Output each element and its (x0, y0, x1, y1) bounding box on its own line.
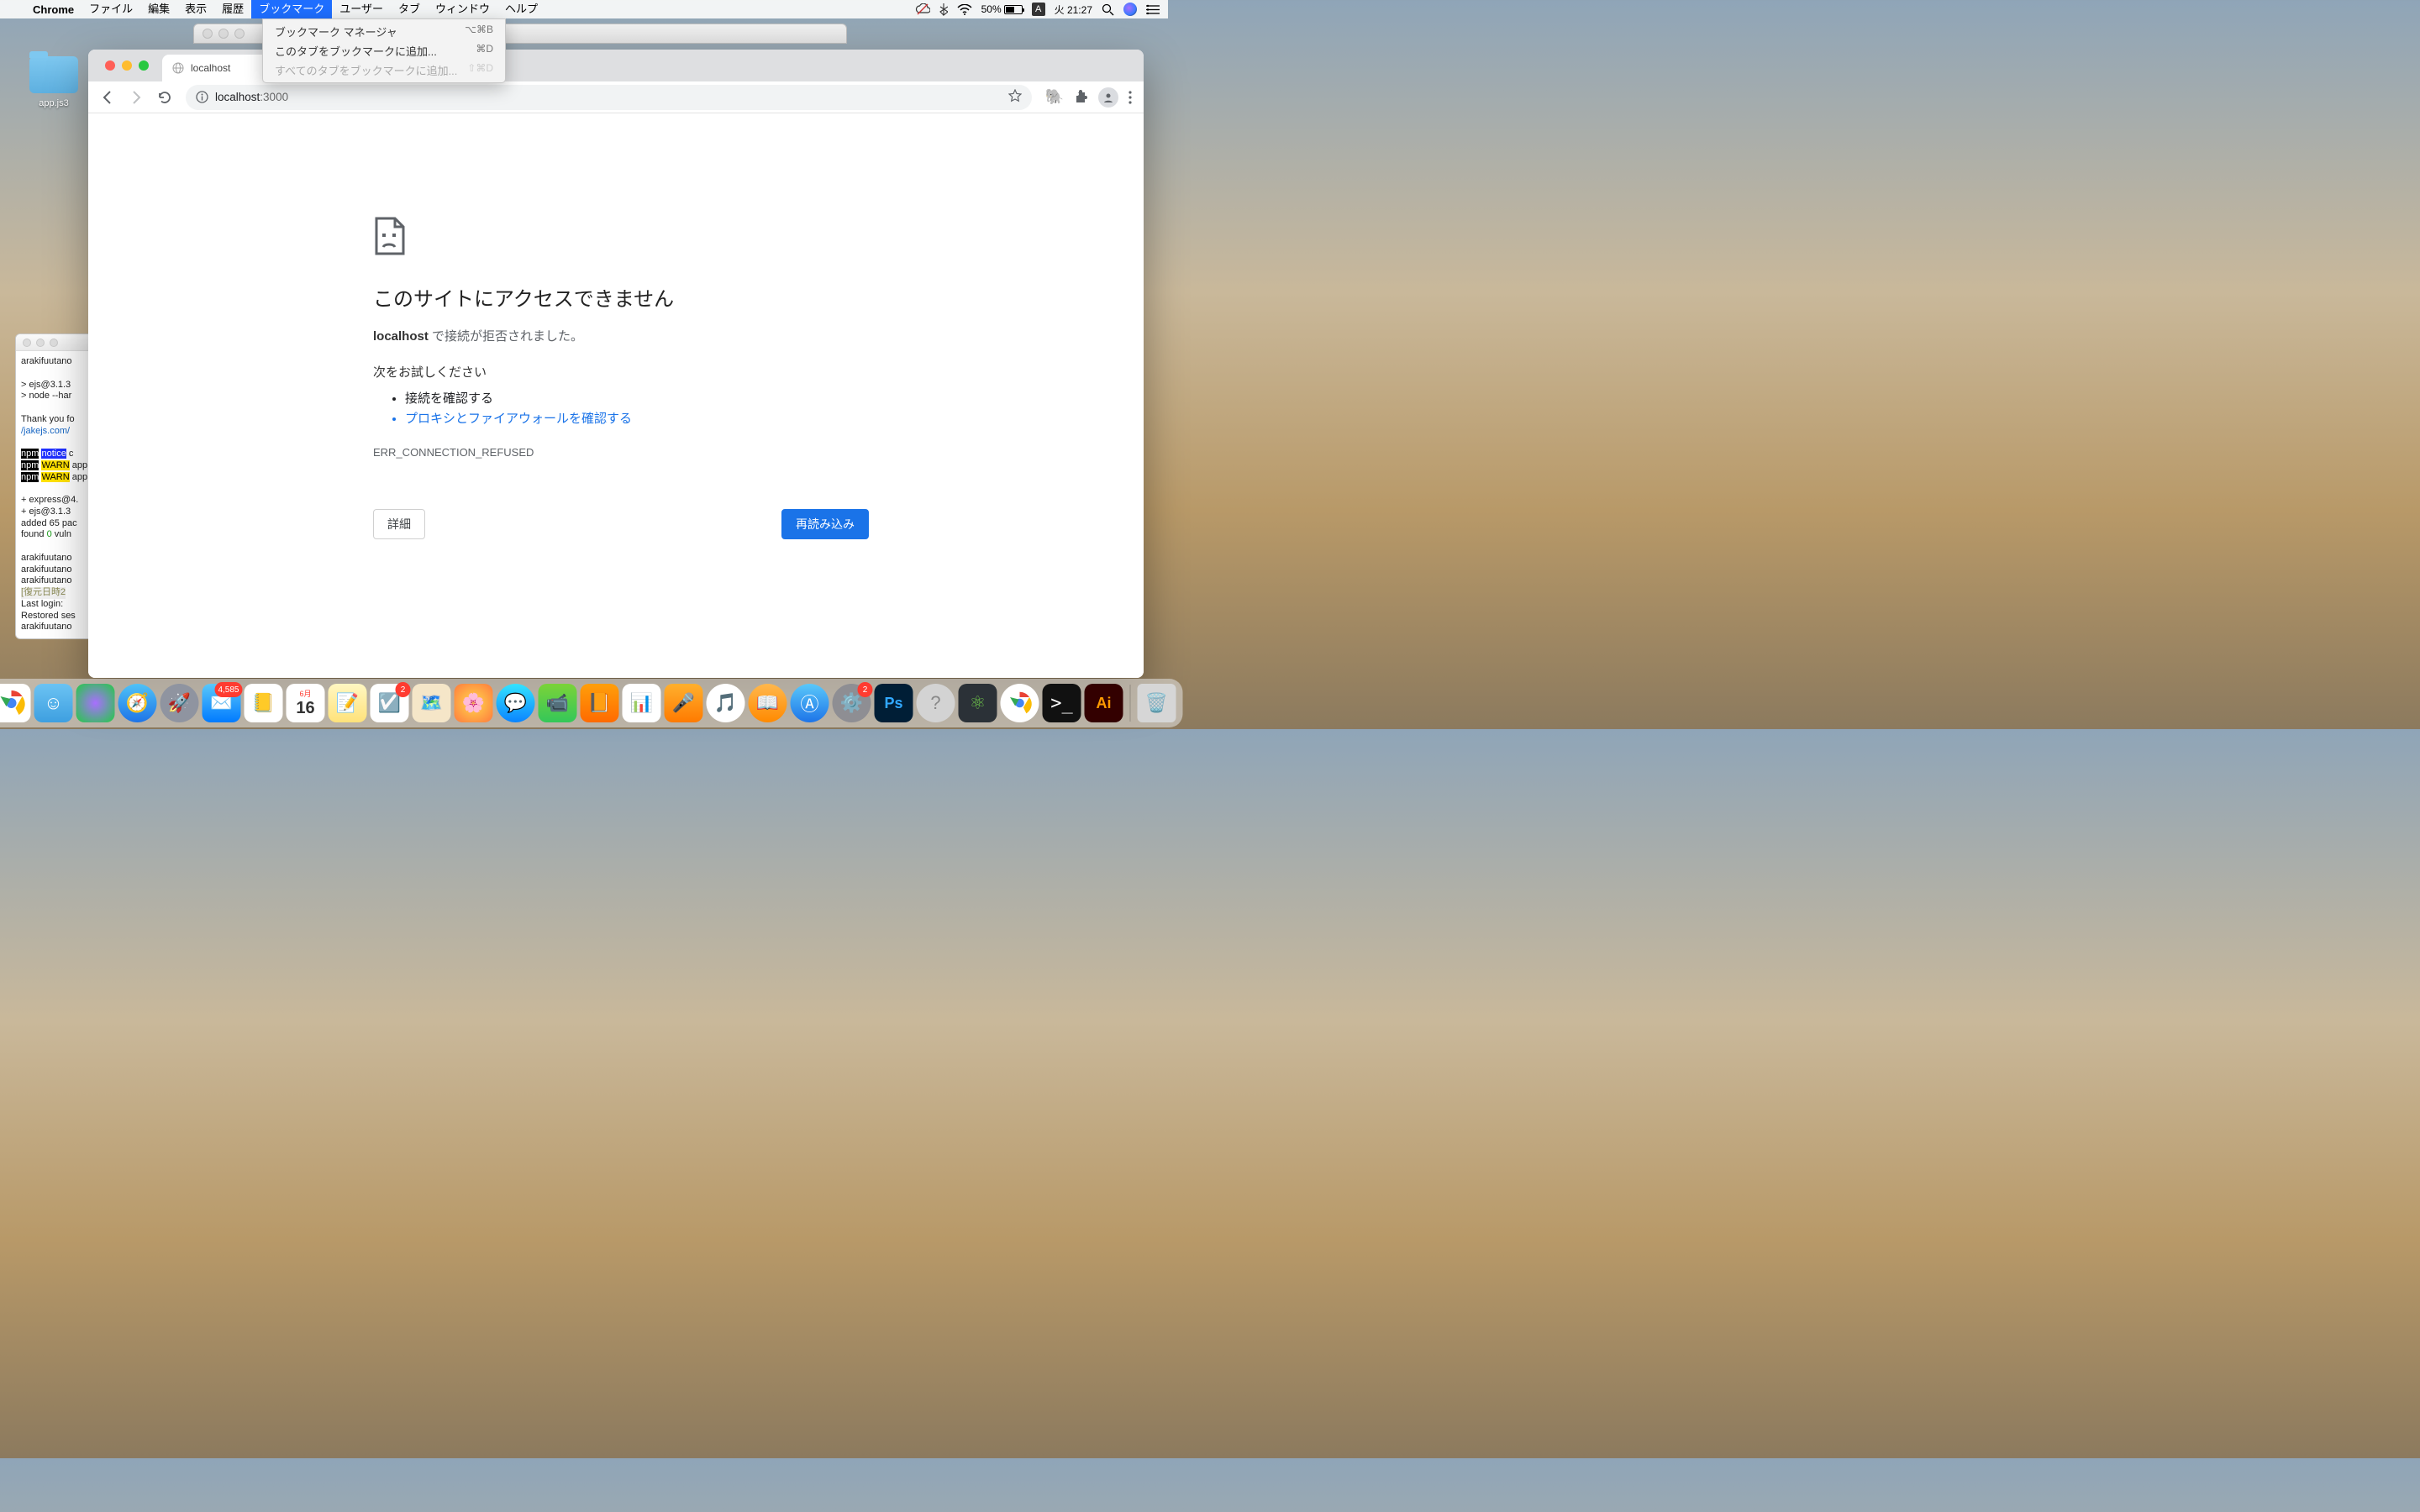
dock-finder-icon[interactable]: ☺ (34, 684, 73, 722)
cloud-sync-icon[interactable] (915, 3, 930, 15)
details-button[interactable]: 詳細 (373, 509, 425, 539)
suggestion-check-proxy-link[interactable]: プロキシとファイアウォールを確認する (405, 409, 869, 429)
folder-label: app.js3 (24, 98, 84, 108)
forward-button (124, 85, 149, 110)
dock: ☺ 🧭 🚀 ✉️4,585 📒 6月16 📝 ☑️2 🗺️ 🌸 💬 📹 📙 📊 … (0, 679, 1183, 727)
dock-atom-icon[interactable]: ⚛ (959, 684, 997, 722)
dock-appstore-icon[interactable]: Ⓐ (791, 684, 829, 722)
menu-history[interactable]: 履歴 (214, 0, 251, 18)
menu-help[interactable]: ヘルプ (497, 0, 545, 18)
error-code: ERR_CONNECTION_REFUSED (373, 446, 869, 459)
dock-chrome-icon[interactable] (0, 684, 31, 722)
input-source-icon[interactable]: A (1032, 3, 1045, 16)
profile-avatar-icon[interactable] (1098, 87, 1118, 108)
dock-photos-icon[interactable]: 🌸 (455, 684, 493, 722)
menu-item-bookmark-this-tab[interactable]: このタブをブックマークに追加...⌘D (263, 41, 505, 60)
menu-item-bookmark-all-tabs: すべてのタブをブックマークに追加...⇧⌘D (263, 60, 505, 80)
dock-chrome2-icon[interactable] (1001, 684, 1039, 722)
bookmarks-dropdown: ブックマーク マネージャ⌥⌘B このタブをブックマークに追加...⌘D すべての… (262, 18, 506, 83)
dock-notes-icon[interactable]: 📝 (329, 684, 367, 722)
desktop-folder[interactable]: app.js3 (24, 56, 84, 108)
address-bar[interactable]: localhost:3000 (186, 85, 1032, 110)
reminders-badge: 2 (396, 682, 411, 697)
notification-center-icon[interactable] (1146, 4, 1160, 15)
dock-help-icon[interactable]: ? (917, 684, 955, 722)
dock-calendar-icon[interactable]: 6月16 (287, 684, 325, 722)
back-button[interactable] (95, 85, 120, 110)
zoom-icon[interactable] (139, 60, 149, 71)
url-path: :3000 (260, 91, 288, 103)
minimize-icon[interactable] (122, 60, 132, 71)
dock-maps-icon[interactable]: 🗺️ (413, 684, 451, 722)
try-label: 次をお試しください (373, 363, 869, 381)
clock-label[interactable]: 火 21:27 (1055, 3, 1092, 17)
dock-launchpad-icon[interactable]: 🚀 (160, 684, 199, 722)
dock-numbers-icon[interactable]: 📊 (623, 684, 661, 722)
tab-strip: localhost (88, 50, 1144, 81)
spotlight-icon[interactable] (1102, 3, 1114, 16)
dock-ibooks-icon[interactable]: 📖 (749, 684, 787, 722)
menu-tab[interactable]: タブ (391, 0, 428, 18)
chrome-menu-icon[interactable] (1128, 91, 1132, 104)
error-heading: このサイトにアクセスできません (373, 282, 869, 312)
globe-icon (172, 62, 184, 74)
siri-icon[interactable] (1123, 3, 1137, 16)
extensions-icon[interactable] (1074, 90, 1088, 104)
dock-mail-icon[interactable]: ✉️4,585 (203, 684, 241, 722)
dock-safari-icon[interactable]: 🧭 (118, 684, 157, 722)
bookmark-star-icon[interactable] (1008, 89, 1022, 105)
dock-illustrator-icon[interactable]: Ai (1085, 684, 1123, 722)
battery-icon (1004, 5, 1023, 14)
dock-siri-icon[interactable] (76, 684, 115, 722)
dock-terminal-icon[interactable]: >_ (1043, 684, 1081, 722)
wifi-icon[interactable] (957, 4, 972, 15)
evernote-extension-icon[interactable]: 🐘 (1045, 88, 1064, 106)
bluetooth-icon[interactable] (939, 3, 948, 16)
menu-user[interactable]: ユーザー (332, 0, 391, 18)
mail-badge: 4,585 (214, 682, 242, 697)
menu-file[interactable]: ファイル (82, 0, 140, 18)
dock-photoshop-icon[interactable]: Ps (875, 684, 913, 722)
macos-menubar: Chrome ファイル 編集 表示 履歴 ブックマーク ユーザー タブ ウィンド… (0, 0, 1168, 18)
error-message: localhost で接続が拒否されました。 (373, 327, 869, 344)
dock-separator (1130, 685, 1131, 722)
battery-status[interactable]: 50% (981, 3, 1023, 15)
dock-settings-icon[interactable]: ⚙️2 (833, 684, 871, 722)
window-traffic-lights[interactable] (105, 60, 149, 71)
menu-item-bookmark-manager[interactable]: ブックマーク マネージャ⌥⌘B (263, 22, 505, 41)
folder-icon (29, 56, 78, 93)
browser-toolbar: localhost:3000 🐘 (88, 81, 1144, 113)
sad-file-icon (373, 217, 407, 255)
close-icon[interactable] (105, 60, 115, 71)
dock-messages-icon[interactable]: 💬 (497, 684, 535, 722)
page-content: このサイトにアクセスできません localhost で接続が拒否されました。 次… (88, 113, 1144, 678)
menu-edit[interactable]: 編集 (140, 0, 177, 18)
url-host: localhost (215, 91, 260, 103)
menu-bookmarks[interactable]: ブックマーク (251, 0, 332, 18)
reload-page-button[interactable]: 再読み込み (781, 509, 869, 539)
dock-ibooks-author-icon[interactable]: 📙 (581, 684, 619, 722)
dock-itunes-icon[interactable]: 🎵 (707, 684, 745, 722)
dock-facetime-icon[interactable]: 📹 (539, 684, 577, 722)
dock-reminders-icon[interactable]: ☑️2 (371, 684, 409, 722)
battery-percent-label: 50% (981, 3, 1002, 15)
dock-keynote-icon[interactable]: 🎤 (665, 684, 703, 722)
dock-trash-icon[interactable]: 🗑️ (1138, 684, 1176, 722)
menu-view[interactable]: 表示 (177, 0, 214, 18)
menu-window[interactable]: ウィンドウ (428, 0, 497, 18)
suggestion-check-connection: 接続を確認する (405, 389, 869, 409)
chrome-window: localhost localhost:3000 🐘 このサイトにアクセスでき (88, 50, 1144, 678)
settings-badge: 2 (858, 682, 873, 697)
app-name[interactable]: Chrome (25, 3, 82, 16)
tab-title: localhost (191, 62, 230, 74)
site-info-icon[interactable] (196, 91, 208, 103)
reload-button[interactable] (152, 85, 177, 110)
dock-contacts-icon[interactable]: 📒 (245, 684, 283, 722)
